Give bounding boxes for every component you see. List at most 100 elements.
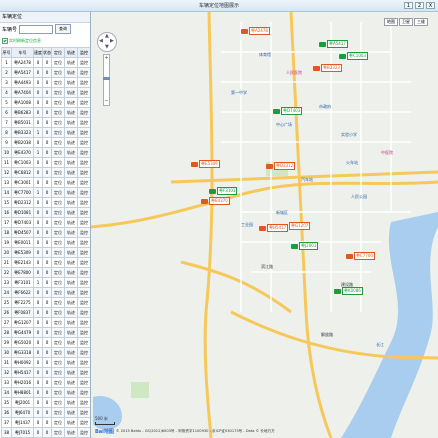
- table-row[interactable]: 27 粤G1207 0 0 定位 轨迹 监控: [1, 317, 90, 328]
- locate-link[interactable]: 定位: [51, 117, 65, 128]
- locate-link[interactable]: 定位: [51, 197, 65, 208]
- track-link[interactable]: 轨迹: [64, 177, 78, 188]
- locate-link[interactable]: 定位: [51, 267, 65, 278]
- locate-link[interactable]: 定位: [51, 57, 65, 68]
- locate-link[interactable]: 定位: [51, 67, 65, 78]
- locate-link[interactable]: 定位: [51, 257, 65, 268]
- map-type-normal[interactable]: 地图: [384, 18, 398, 26]
- track-link[interactable]: 轨迹: [64, 167, 78, 178]
- track-link[interactable]: 轨迹: [64, 107, 78, 118]
- track-link[interactable]: 轨迹: [64, 417, 78, 428]
- monitor-link[interactable]: 监控: [77, 337, 90, 348]
- monitor-link[interactable]: 监控: [77, 207, 90, 218]
- locate-link[interactable]: 定位: [51, 277, 65, 288]
- map-type-satellite[interactable]: 卫星: [399, 18, 413, 26]
- track-link[interactable]: 轨迹: [64, 297, 78, 308]
- table-row[interactable]: 22 粤E7800 0 0 定位 轨迹 监控: [1, 267, 90, 278]
- track-link[interactable]: 轨迹: [64, 237, 78, 248]
- truck-icon[interactable]: [191, 161, 198, 167]
- table-row[interactable]: 5 粤A1008 0 0 定位 轨迹 监控: [1, 97, 90, 108]
- zoom-slider[interactable]: + −: [103, 54, 110, 106]
- map-view[interactable]: ▲ ▼ ◀ ▶ + − 地图 卫星 三维 体育馆 人民医院 第一中学 市政府 中心广场实…: [91, 12, 438, 438]
- vehicle-marker[interactable]: 粤D7403: [273, 107, 303, 115]
- table-row[interactable]: 35 粤J2001 0 0 定位 轨迹 监控: [1, 397, 90, 408]
- monitor-link[interactable]: 监控: [77, 357, 90, 368]
- monitor-link[interactable]: 监控: [77, 377, 90, 388]
- table-row[interactable]: 23 粤F3101 1 0 定位 轨迹 监控: [1, 277, 90, 288]
- locate-link[interactable]: 定位: [51, 427, 65, 438]
- locate-link[interactable]: 定位: [51, 417, 65, 428]
- pan-control[interactable]: ▲ ▼ ◀ ▶: [97, 32, 117, 52]
- vehicle-search-input[interactable]: [19, 24, 54, 34]
- track-link[interactable]: 轨迹: [64, 317, 78, 328]
- vehicle-plate-tag[interactable]: 粤E5309: [199, 160, 220, 168]
- monitor-link[interactable]: 监控: [77, 217, 90, 228]
- search-button[interactable]: 查询: [55, 24, 72, 34]
- track-link[interactable]: 轨迹: [64, 427, 78, 438]
- monitor-link[interactable]: 监控: [77, 387, 90, 398]
- locate-link[interactable]: 定位: [51, 157, 65, 168]
- track-link[interactable]: 轨迹: [64, 307, 78, 318]
- locate-link[interactable]: 定位: [51, 87, 65, 98]
- locate-link[interactable]: 定位: [51, 187, 65, 198]
- table-row[interactable]: 3 粤A4493 0 0 定位 轨迹 监控: [1, 77, 90, 88]
- locate-link[interactable]: 定位: [51, 387, 65, 398]
- track-link[interactable]: 轨迹: [64, 137, 78, 148]
- locate-link[interactable]: 定位: [51, 347, 65, 358]
- table-row[interactable]: 20 粤E5309 0 0 定位 轨迹 监控: [1, 247, 90, 258]
- vehicle-marker[interactable]: 粤D2312: [266, 162, 296, 170]
- close-button[interactable]: X: [426, 2, 435, 9]
- monitor-link[interactable]: 监控: [77, 57, 90, 68]
- table-row[interactable]: 31 粤H0092 0 0 定位 轨迹 监控: [1, 357, 90, 368]
- pan-left-icon[interactable]: ◀: [99, 39, 103, 44]
- table-row[interactable]: 28 粤G4479 0 0 定位 轨迹 监控: [1, 327, 90, 338]
- vehicle-marker[interactable]: 粤C7700: [346, 252, 375, 260]
- track-link[interactable]: 轨迹: [64, 127, 78, 138]
- auto-refresh-checkbox[interactable]: 实时刷新定位信息: [2, 38, 41, 44]
- track-link[interactable]: 轨迹: [64, 337, 78, 348]
- maximize-button[interactable]: 2: [415, 2, 424, 9]
- locate-link[interactable]: 定位: [51, 397, 65, 408]
- vehicle-marker[interactable]: 粤E5309: [191, 160, 220, 168]
- locate-link[interactable]: 定位: [51, 297, 65, 308]
- track-link[interactable]: 轨迹: [64, 57, 78, 68]
- monitor-link[interactable]: 监控: [77, 267, 90, 278]
- track-link[interactable]: 轨迹: [64, 377, 78, 388]
- vehicle-marker[interactable]: 粤F3101: [209, 187, 238, 195]
- monitor-link[interactable]: 监控: [77, 137, 90, 148]
- truck-icon[interactable]: [319, 41, 326, 47]
- locate-link[interactable]: 定位: [51, 327, 65, 338]
- monitor-link[interactable]: 监控: [77, 197, 90, 208]
- track-link[interactable]: 轨迹: [64, 397, 78, 408]
- table-row[interactable]: 34 粤H8801 0 0 定位 轨迹 监控: [1, 387, 90, 398]
- monitor-link[interactable]: 监控: [77, 107, 90, 118]
- truck-icon[interactable]: [346, 253, 353, 259]
- table-row[interactable]: 21 粤E2143 0 0 定位 轨迹 监控: [1, 257, 90, 268]
- track-link[interactable]: 轨迹: [64, 257, 78, 268]
- locate-link[interactable]: 定位: [51, 137, 65, 148]
- table-row[interactable]: 18 粤D4507 0 0 定位 轨迹 监控: [1, 227, 90, 238]
- table-row[interactable]: 33 粤H2016 0 0 定位 轨迹 监控: [1, 377, 90, 388]
- table-row[interactable]: 32 粤H5417 0 0 定位 轨迹 监控: [1, 367, 90, 378]
- monitor-link[interactable]: 监控: [77, 407, 90, 418]
- track-link[interactable]: 轨迹: [64, 347, 78, 358]
- locate-link[interactable]: 定位: [51, 357, 65, 368]
- vehicle-marker[interactable]: 粤H5417: [259, 224, 289, 232]
- vehicle-plate-tag[interactable]: 粤C1003: [347, 52, 368, 60]
- truck-icon[interactable]: [313, 65, 320, 71]
- monitor-link[interactable]: 监控: [77, 257, 90, 268]
- truck-icon[interactable]: [334, 288, 341, 294]
- track-link[interactable]: 轨迹: [64, 247, 78, 258]
- map-type-3d[interactable]: 三维: [414, 18, 428, 26]
- table-row[interactable]: 10 粤E4370 1 0 定位 轨迹 监控: [1, 147, 90, 158]
- monitor-link[interactable]: 监控: [77, 187, 90, 198]
- track-link[interactable]: 轨迹: [64, 157, 78, 168]
- locate-link[interactable]: 定位: [51, 287, 65, 298]
- table-row[interactable]: 7 粤B5031 0 0 定位 轨迹 监控: [1, 117, 90, 128]
- vehicle-marker[interactable]: 粤B3323: [313, 64, 342, 72]
- table-row[interactable]: 26 粤F0837 0 0 定位 轨迹 监控: [1, 307, 90, 318]
- track-link[interactable]: 轨迹: [64, 117, 78, 128]
- track-link[interactable]: 轨迹: [64, 67, 78, 78]
- monitor-link[interactable]: 监控: [77, 277, 90, 288]
- track-link[interactable]: 轨迹: [64, 97, 78, 108]
